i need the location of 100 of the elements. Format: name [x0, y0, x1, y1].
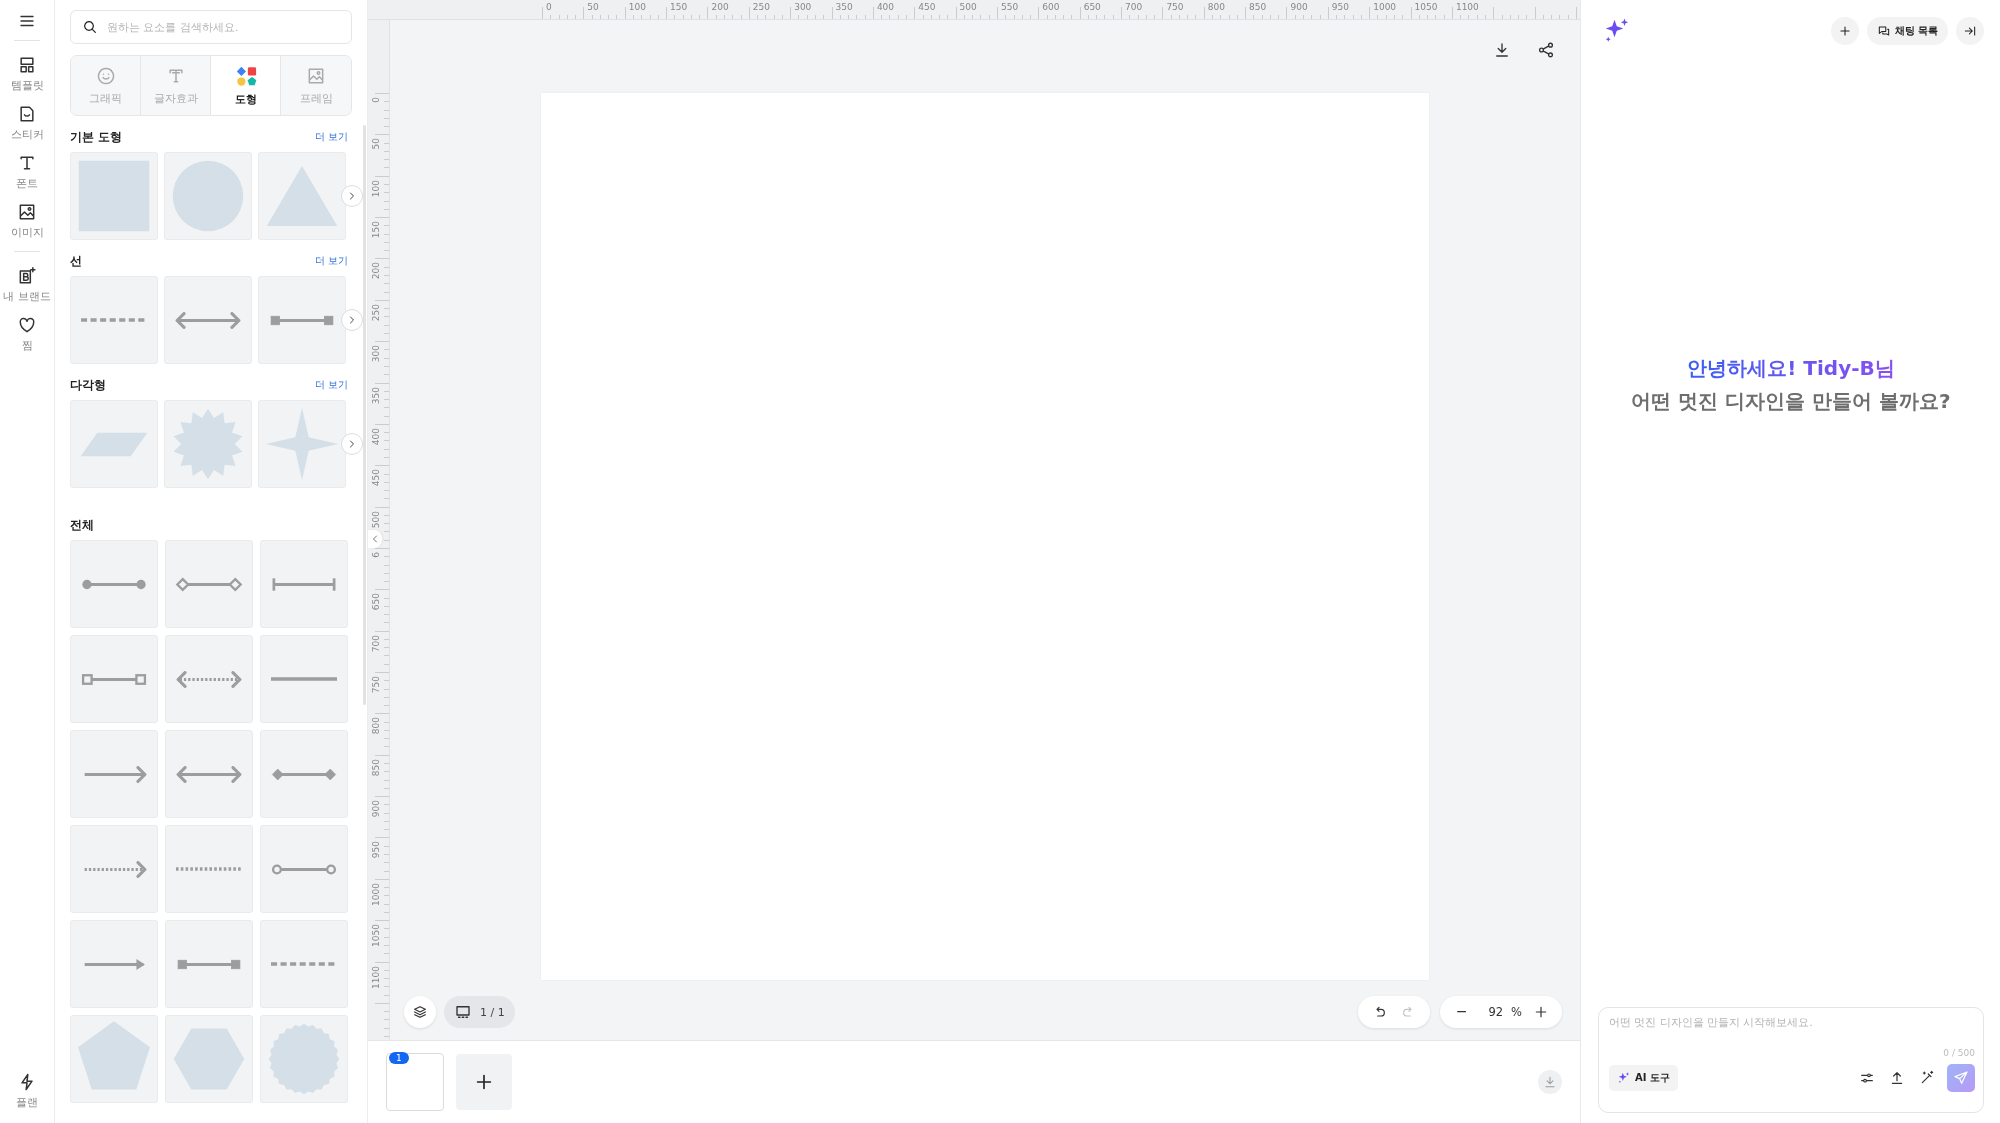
ruler-label: 950 [371, 841, 381, 859]
search-field[interactable]: 원하는 요소를 검색하세요. [70, 10, 352, 44]
ruler-label: 350 [371, 386, 381, 404]
shape-tile[interactable] [70, 1015, 158, 1103]
ruler-label: 1050 [1414, 2, 1438, 12]
shape-tile[interactable] [260, 540, 348, 628]
dashed-line-icon [271, 962, 337, 966]
shape-tile[interactable] [70, 635, 158, 723]
parallelogram-icon [79, 430, 149, 458]
shape-tile[interactable] [165, 825, 253, 913]
shape-tile[interactable] [165, 1015, 253, 1103]
shape-tile[interactable] [260, 1015, 348, 1103]
sidebar-item[interactable]: 스티커 [1, 98, 53, 147]
ruler-label: 600 [1042, 2, 1060, 12]
chat-input[interactable]: 어떤 멋진 디자인을 만들지 시작해보세요. 0 / 500 AI 도구 [1598, 1007, 1984, 1113]
ruler-label: 0 [371, 97, 381, 103]
shape-tile[interactable] [70, 920, 158, 1008]
magic-wand-icon [1919, 1070, 1935, 1086]
shape-tile[interactable] [258, 400, 346, 488]
collapse-handle[interactable] [368, 530, 382, 548]
send-icon [1953, 1070, 1969, 1086]
search-icon [82, 19, 98, 35]
more-link[interactable]: 더 보기 [314, 130, 348, 144]
shape-tile[interactable] [260, 825, 348, 913]
chat-list-button[interactable]: 채팅 목록 [1866, 17, 1948, 45]
sidebar-item[interactable]: 폰트 [1, 147, 53, 196]
double-arrow-icon [172, 311, 244, 329]
ruler-label: 500 [371, 510, 381, 528]
ruler-label: 750 [1166, 2, 1184, 12]
sidebar-item[interactable]: 템플릿 [1, 49, 53, 98]
shapes-icon [234, 64, 257, 87]
dashed-line-icon [81, 318, 147, 322]
section-title: 전체 [70, 517, 94, 533]
ruler-label: 450 [918, 2, 936, 12]
shape-tile[interactable] [164, 152, 252, 240]
shape-tile[interactable] [165, 540, 253, 628]
ruler-label: 50 [371, 138, 381, 150]
ruler-label: 650 [1083, 2, 1101, 12]
ruler-label: 800 [371, 717, 381, 735]
new-chat-button[interactable] [1830, 17, 1859, 45]
next-button[interactable] [341, 309, 363, 331]
ruler-label: 450 [371, 469, 381, 487]
text-icon [17, 153, 37, 173]
collapse-panel-button[interactable] [1956, 17, 1984, 45]
sidebar-item[interactable]: 플랜 [1, 1066, 53, 1115]
next-button[interactable] [341, 433, 363, 455]
download-icon [1543, 1075, 1557, 1089]
tab[interactable]: 도형 [211, 56, 281, 115]
brand-icon [17, 266, 37, 286]
sidebar-item[interactable]: 내 브랜드 [1, 260, 53, 309]
ruler-label: 1050 [371, 924, 381, 948]
image-icon [17, 202, 37, 222]
more-link[interactable]: 더 보기 [314, 254, 348, 268]
sparkle-icon [1617, 1071, 1631, 1085]
sidebar-item[interactable]: 이미지 [1, 196, 53, 245]
shape-tile[interactable] [164, 400, 252, 488]
ruler-label: 800 [1207, 2, 1225, 12]
shape-tile[interactable] [165, 730, 253, 818]
send-button[interactable] [1947, 1064, 1975, 1092]
shape-tile[interactable] [260, 920, 348, 1008]
zoom-value[interactable]: 92 [1488, 1005, 1504, 1019]
shape-tile[interactable] [258, 276, 346, 364]
ruler-label: 50 [587, 2, 599, 12]
shape-tile[interactable] [258, 152, 346, 240]
ruler-label: 550 [1000, 2, 1019, 12]
message-field[interactable]: 어떤 멋진 디자인을 만들지 시작해보세요. [1609, 1016, 1975, 1046]
character-counter: 0 / 500 [1943, 1048, 1975, 1058]
shape-tile[interactable] [70, 540, 158, 628]
ruler-label: 0 [546, 2, 552, 12]
ai-tools-button[interactable]: AI 도구 [1609, 1065, 1678, 1091]
ruler-label: 200 [711, 2, 729, 12]
monitor-icon [454, 1003, 472, 1021]
prompt-text: 어떤 멋진 디자인을 만들어 볼까요? [1631, 387, 1951, 415]
ruler-label: 500 [959, 2, 977, 12]
diamond-outline-ends-icon [173, 575, 245, 593]
shape-tile[interactable] [70, 152, 158, 240]
shape-tile[interactable] [70, 730, 158, 818]
shape-tile[interactable] [260, 730, 348, 818]
section-title: 기본 도형 [70, 129, 122, 145]
shape-tile[interactable] [165, 920, 253, 1008]
ruler-label: 300 [794, 2, 812, 12]
ruler-label: 1000 [1373, 2, 1397, 12]
layout-icon [17, 55, 37, 75]
page-thumbnail[interactable]: 1 [386, 1053, 444, 1111]
pages-button[interactable]: 1 / 1 [444, 996, 515, 1028]
shape-tile[interactable] [260, 635, 348, 723]
zoom-unit: % [1511, 1005, 1522, 1019]
ruler-label: 150 [670, 2, 688, 12]
shape-tile[interactable] [70, 400, 158, 488]
sidebar-item[interactable]: 찜 [1, 309, 53, 358]
shape-tile[interactable] [165, 635, 253, 723]
sticker-icon [17, 104, 37, 124]
next-button[interactable] [341, 185, 363, 207]
smiley-icon [95, 65, 116, 86]
ruler-label: 700 [1125, 2, 1143, 12]
shape-tile[interactable] [70, 825, 158, 913]
shape-tile[interactable] [164, 276, 252, 364]
shape-tile[interactable] [70, 276, 158, 364]
more-link[interactable]: 더 보기 [314, 378, 348, 392]
layers-button[interactable] [404, 996, 436, 1028]
